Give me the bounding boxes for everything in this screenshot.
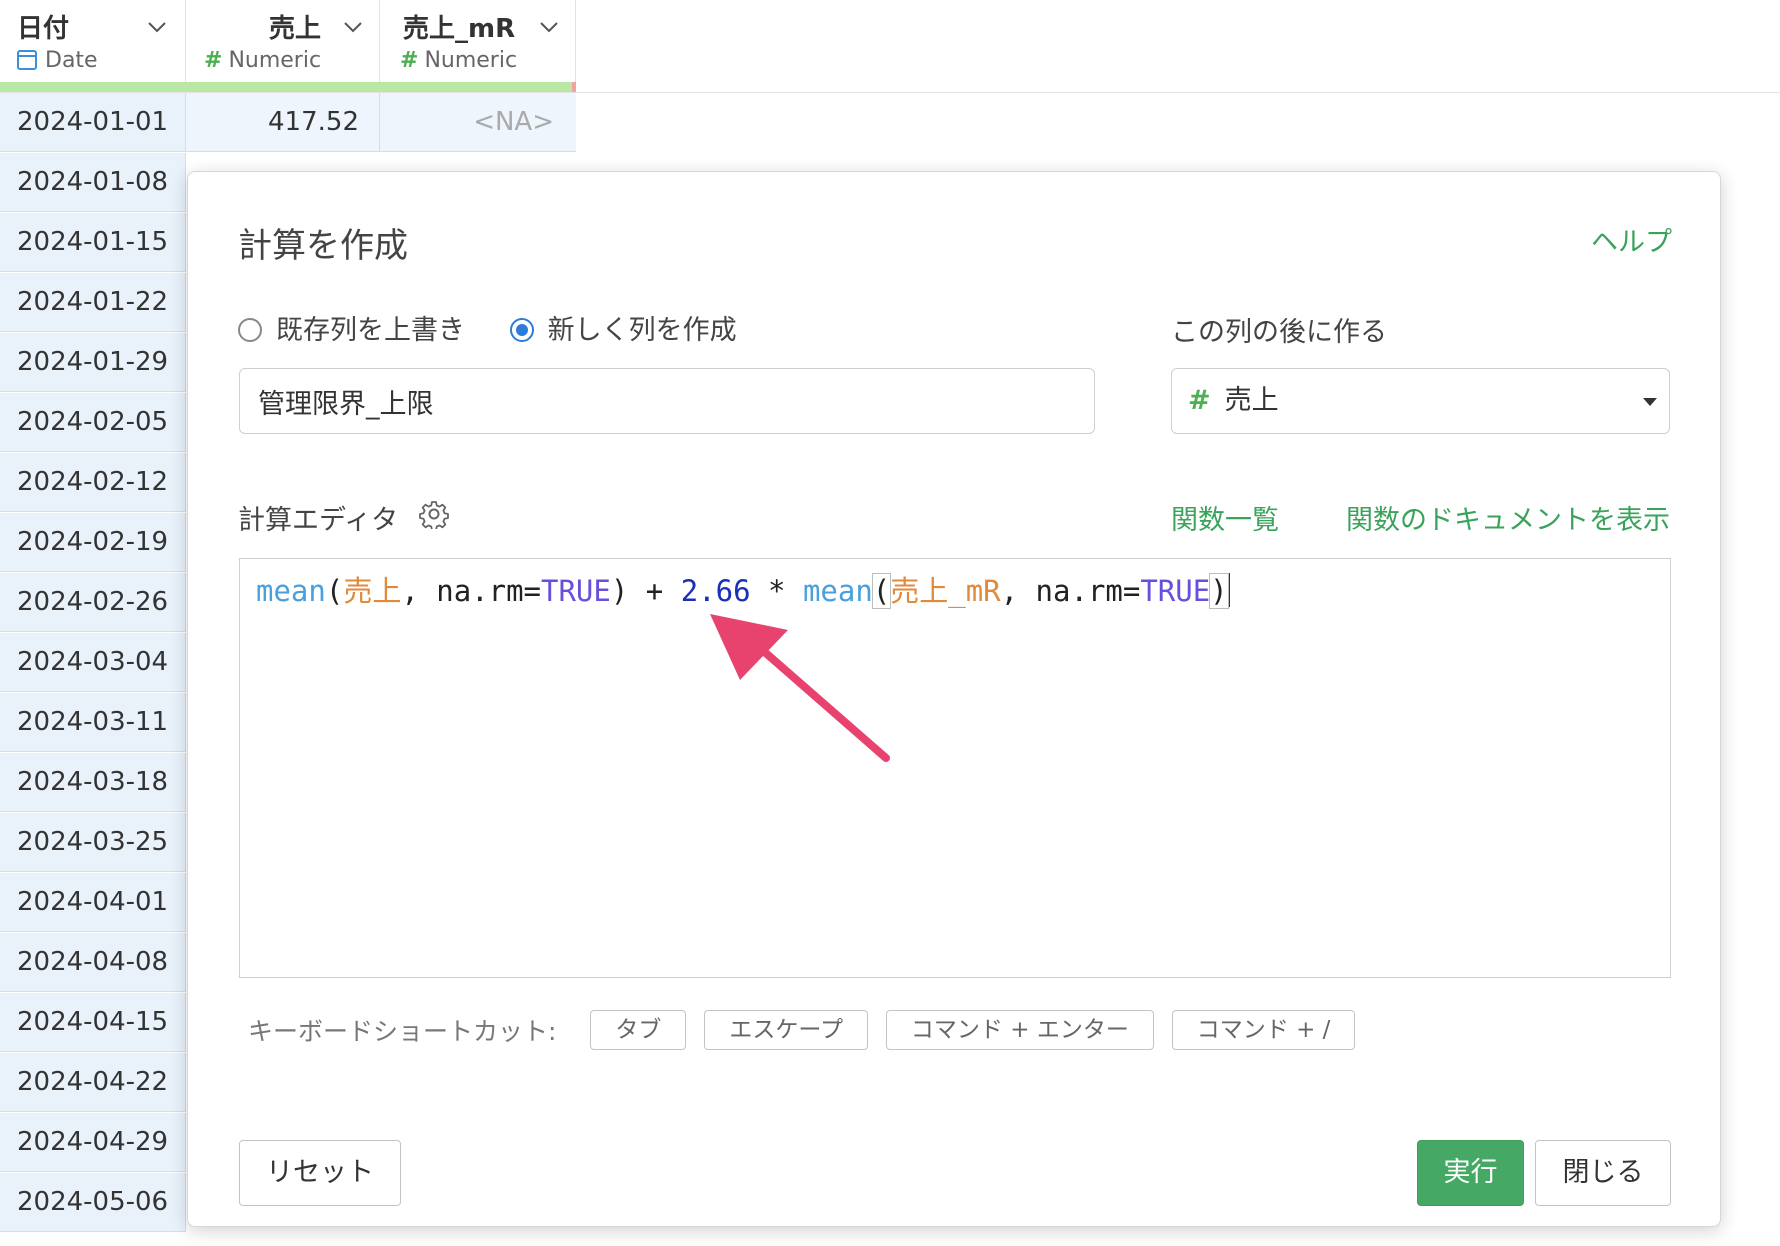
run-button[interactable]: 実行	[1417, 1140, 1524, 1206]
shortcuts-label: キーボードショートカット:	[248, 1017, 557, 1046]
date-cell[interactable]: 2024-03-25	[0, 813, 186, 872]
code-constant: TRUE	[1140, 574, 1211, 608]
date-cell[interactable]: 2024-04-15	[0, 993, 186, 1052]
code-paren-matched: (	[871, 573, 892, 609]
create-calculation-dialog: 計算を作成 ヘルプ 既存列を上書き 新しく列を作成 この列の後に作る #売上 計…	[187, 171, 1721, 1227]
date-cell[interactable]: 2024-02-26	[0, 573, 186, 632]
code-column: 売上_mR	[890, 574, 1001, 608]
text-cursor	[1227, 573, 1230, 607]
numeric-icon: #	[1188, 385, 1211, 416]
code-args: , na.rm=	[401, 574, 542, 608]
reset-button[interactable]: リセット	[239, 1140, 401, 1206]
code-args: , na.rm=	[1000, 574, 1141, 608]
sales-mr-cell[interactable]: <NA>	[380, 93, 576, 152]
help-link[interactable]: ヘルプ	[1591, 220, 1672, 259]
date-cell[interactable]: 2024-02-19	[0, 513, 186, 572]
code-paren: (	[325, 574, 344, 608]
date-cell[interactable]: 2024-03-04	[0, 633, 186, 692]
radio-circle-selected[interactable]	[509, 318, 534, 342]
shortcut-command-slash[interactable]: コマンド + /	[1171, 1010, 1356, 1050]
date-cell[interactable]: 2024-04-08	[0, 933, 186, 992]
date-cell[interactable]: 2024-01-29	[0, 333, 186, 392]
radio-overwrite-column[interactable]: 既存列を上書き	[238, 308, 465, 347]
insert-after-select[interactable]: # 売上	[1171, 368, 1670, 434]
function-list-link[interactable]: 関数一覧	[1171, 498, 1279, 537]
close-button[interactable]: 閉じる	[1535, 1140, 1671, 1206]
shortcut-tab[interactable]: タブ	[590, 1010, 687, 1050]
date-cell[interactable]: 2024-03-11	[0, 693, 186, 752]
date-cell[interactable]: 2024-01-08	[0, 153, 186, 212]
function-docs-link[interactable]: 関数のドキュメントを表示	[1346, 498, 1670, 537]
date-cell[interactable]: 2024-01-22	[0, 273, 186, 332]
date-cell[interactable]: 2024-05-06	[0, 1173, 186, 1232]
radio-circle[interactable]	[238, 318, 262, 342]
date-cell[interactable]: 2024-04-22	[0, 1053, 186, 1112]
calculation-editor-label: 計算エディタ	[238, 505, 399, 536]
date-cell[interactable]: 2024-04-01	[0, 873, 186, 932]
caret-down-icon	[1643, 398, 1657, 406]
mode-radio-group: 既存列を上書き 新しく列を作成	[238, 308, 773, 348]
table-row[interactable]: 2024-01-01 417.52 <NA>	[0, 93, 576, 153]
date-cell[interactable]: 2024-01-01	[0, 93, 186, 152]
new-column-name-input[interactable]	[239, 368, 1095, 434]
code-line: mean(売上, na.rm=TRUE) + 2.66 * mean(売上_mR…	[256, 571, 1230, 611]
code-function: mean	[802, 574, 873, 608]
code-constant: TRUE	[541, 574, 611, 608]
keyboard-shortcuts: キーボードショートカット: タブ エスケープ コマンド + エンター コマンド …	[248, 1010, 1365, 1054]
code-operator: ) +	[610, 574, 681, 608]
shortcut-escape[interactable]: エスケープ	[704, 1010, 868, 1050]
calculation-editor[interactable]: mean(売上, na.rm=TRUE) + 2.66 * mean(売上_mR…	[239, 558, 1671, 978]
date-cell[interactable]: 2024-02-05	[0, 393, 186, 452]
sales-cell[interactable]: 417.52	[186, 93, 380, 152]
radio-create-new-column[interactable]: 新しく列を作成	[509, 308, 737, 347]
code-operator: *	[750, 574, 803, 608]
code-paren-matched: )	[1209, 573, 1229, 609]
gear-icon[interactable]	[419, 499, 449, 529]
date-cell[interactable]: 2024-01-15	[0, 213, 186, 272]
shortcut-command-enter[interactable]: コマンド + エンター	[885, 1010, 1154, 1050]
code-column: 売上	[343, 574, 402, 608]
code-function: mean	[256, 574, 326, 608]
date-cell[interactable]: 2024-02-12	[0, 453, 186, 512]
date-cell[interactable]: 2024-03-18	[0, 753, 186, 812]
date-cell[interactable]: 2024-04-29	[0, 1113, 186, 1172]
insert-after-label: この列の後に作る	[1171, 317, 1387, 348]
code-number: 2.66	[680, 574, 751, 608]
dialog-title: 計算を作成	[238, 226, 408, 266]
